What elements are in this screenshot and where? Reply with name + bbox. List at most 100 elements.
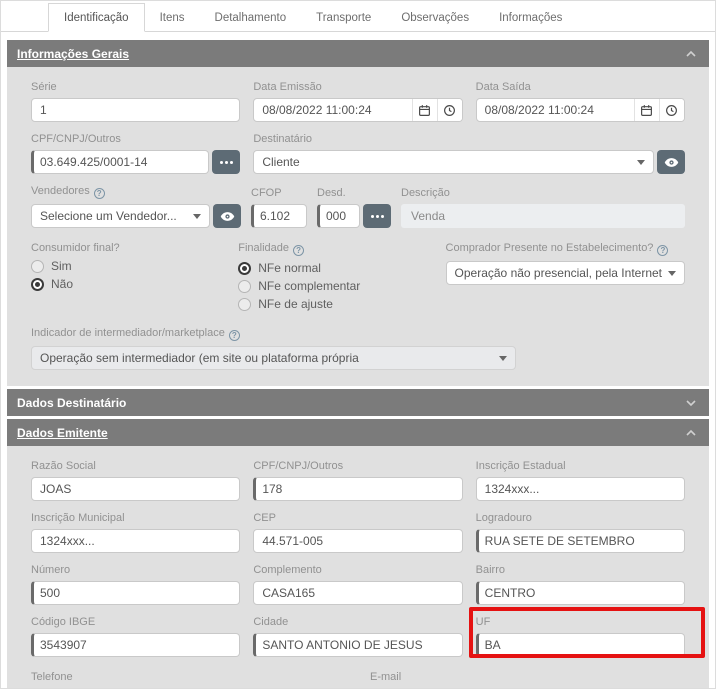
radio-nfe-complementar[interactable]: NFe complementar [238, 279, 432, 293]
field-vendedores: Vendedores? Selecione um Vendedor... [31, 185, 241, 228]
section-body-dados-emitente: Razão Social CPF/CNPJ/Outros Inscrição E… [7, 446, 709, 689]
help-icon[interactable]: ? [293, 245, 304, 256]
radio-nfe-de-ajuste[interactable]: NFe de ajuste [238, 297, 432, 311]
field-razao-social: Razão Social [31, 460, 240, 501]
cfop-label: CFOP [251, 187, 307, 199]
comprador-presente-value: Operação não presencial, pela Internet [455, 266, 662, 280]
field-uf: UF [476, 616, 685, 657]
radio-nfe-normal[interactable]: NFe normal [238, 261, 432, 275]
serie-label: Série [31, 81, 240, 93]
field-data-saida: Data Saída 08/08/2022 11:00:24 [476, 81, 685, 122]
data-saida-value[interactable]: 08/08/2022 11:00:24 [477, 99, 634, 121]
cidade-input[interactable] [253, 633, 462, 657]
field-indicador-intermediador: Indicador de intermediador/marketplace? … [31, 327, 685, 370]
tab-detalhamento[interactable]: Detalhamento [200, 4, 302, 31]
uf-label: UF [476, 616, 685, 628]
indicador-intermediador-value: Operação sem intermediador (em site ou p… [40, 351, 493, 365]
radio-icon [238, 298, 251, 311]
vendedores-select[interactable]: Selecione um Vendedor... [31, 204, 210, 228]
tab-informacoes[interactable]: Informações [484, 4, 577, 31]
field-codigo-ibge: Código IBGE [31, 616, 240, 657]
cfop-input[interactable] [251, 204, 307, 228]
radio-nao[interactable]: Não [31, 277, 225, 291]
bairro-input[interactable] [476, 581, 685, 605]
descricao-readonly-field: Venda [401, 204, 685, 228]
data-emissao-calendar-button[interactable] [412, 99, 437, 121]
section-header-informacoes-gerais[interactable]: Informações Gerais [7, 40, 709, 67]
help-icon[interactable]: ? [94, 188, 105, 199]
uf-input[interactable] [476, 633, 685, 657]
form-content: Informações Gerais Série Data Emissão 08… [1, 32, 715, 689]
consumidor-final-label: Consumidor final? [31, 242, 225, 254]
cep-label: CEP [253, 512, 462, 524]
chevron-down-icon [499, 356, 507, 361]
data-saida-time-button[interactable] [659, 99, 684, 121]
numero-input[interactable] [31, 581, 240, 605]
desd-lookup-button[interactable] [363, 204, 391, 228]
calendar-icon [418, 104, 431, 117]
tab-itens[interactable]: Itens [145, 4, 200, 31]
serie-input[interactable] [31, 98, 240, 122]
help-icon[interactable]: ? [229, 330, 240, 341]
field-comprador-presente: Comprador Presente no Estabelecimento?? … [446, 242, 685, 311]
tab-transporte[interactable]: Transporte [301, 4, 386, 31]
chevron-up-icon [683, 425, 699, 441]
desd-input[interactable] [317, 204, 360, 228]
help-icon[interactable]: ? [657, 245, 668, 256]
section-header-dados-destinatario[interactable]: Dados Destinatário [7, 389, 709, 416]
data-emissao-value[interactable]: 08/08/2022 11:00:24 [254, 99, 411, 121]
emitente-cpf-input[interactable] [253, 477, 462, 501]
cep-input[interactable] [253, 529, 462, 553]
field-bairro: Bairro [476, 564, 685, 605]
indicador-intermediador-select[interactable]: Operação sem intermediador (em site ou p… [31, 346, 516, 370]
radio-label: NFe de ajuste [258, 297, 333, 311]
radio-icon [238, 280, 251, 293]
section-header-dados-emitente[interactable]: Dados Emitente [7, 419, 709, 446]
calendar-icon [640, 104, 653, 117]
inscricao-municipal-input[interactable] [31, 529, 240, 553]
destinatario-select[interactable]: Cliente [253, 150, 654, 174]
email-label: E-mail [370, 671, 685, 683]
eye-icon [220, 209, 235, 224]
radio-selected-icon [31, 278, 44, 291]
numero-label: Número [31, 564, 240, 576]
destinatario-value: Cliente [262, 155, 631, 169]
field-logradouro: Logradouro [476, 512, 685, 553]
data-saida-calendar-button[interactable] [634, 99, 659, 121]
clock-icon [665, 104, 678, 117]
radio-icon [31, 260, 44, 273]
data-emissao-input[interactable]: 08/08/2022 11:00:24 [253, 98, 462, 122]
eye-icon [664, 155, 679, 170]
field-telefone: Telefone [31, 671, 346, 689]
tab-identificacao[interactable]: Identificação [48, 3, 145, 32]
data-emissao-label: Data Emissão [253, 81, 462, 93]
chevron-down-icon [193, 214, 201, 219]
field-desd: Desd. [317, 187, 391, 228]
data-saida-input[interactable]: 08/08/2022 11:00:24 [476, 98, 685, 122]
data-emissao-time-button[interactable] [437, 99, 462, 121]
inscricao-municipal-label: Inscrição Municipal [31, 512, 240, 524]
radio-label: NFe complementar [258, 279, 360, 293]
vendedores-value: Selecione um Vendedor... [40, 209, 187, 223]
cpf-lookup-button[interactable] [212, 150, 240, 174]
radio-sim[interactable]: Sim [31, 259, 225, 273]
complemento-input[interactable] [253, 581, 462, 605]
inscricao-estadual-input[interactable] [476, 477, 685, 501]
razao-social-input[interactable] [31, 477, 240, 501]
desd-label: Desd. [317, 187, 391, 199]
view-destinatario-button[interactable] [657, 150, 685, 174]
indicador-intermediador-label: Indicador de intermediador/marketplace? [31, 327, 685, 341]
logradouro-input[interactable] [476, 529, 685, 553]
radio-selected-icon [238, 262, 251, 275]
cidade-label: Cidade [253, 616, 462, 628]
field-emitente-cpf: CPF/CNPJ/Outros [253, 460, 462, 501]
view-vendedor-button[interactable] [213, 204, 241, 228]
cpf-cnpj-input[interactable] [31, 150, 209, 174]
chevron-down-icon [683, 395, 699, 411]
comprador-presente-select[interactable]: Operação não presencial, pela Internet [446, 261, 685, 285]
codigo-ibge-input[interactable] [31, 633, 240, 657]
field-consumidor-final: Consumidor final? Sim Não [31, 242, 225, 311]
telefone-label: Telefone [31, 671, 346, 683]
razao-social-label: Razão Social [31, 460, 240, 472]
tab-observacoes[interactable]: Observações [386, 4, 484, 31]
